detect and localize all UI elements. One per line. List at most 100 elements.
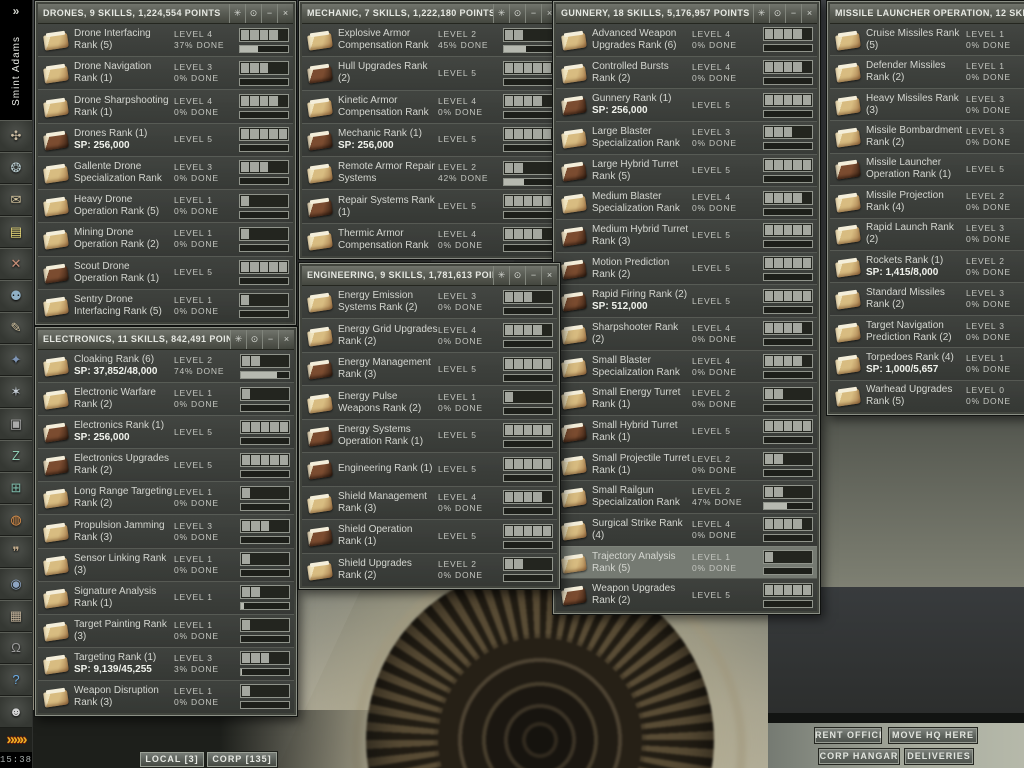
deliveries-button[interactable]: DELIVERIES (904, 748, 974, 765)
window-titlebar[interactable]: GUNNERY, 18 SKILLS, 5,176,957 POINTS ✳ ⊙… (556, 4, 817, 24)
skill-row[interactable]: Motion Prediction Rank (2) LEVEL 5 (556, 251, 817, 285)
close-icon[interactable]: × (541, 266, 557, 285)
minimize-icon[interactable]: − (261, 4, 277, 23)
chat-tab-local[interactable]: LOCAL [3] (139, 751, 205, 768)
opacity-icon[interactable]: ⊙ (509, 4, 525, 23)
skill-row[interactable]: Missile Bombardment Rank (2) LEVEL 3 0% DO… (830, 120, 1024, 153)
skill-row[interactable]: Sharpshooter Rank (2) LEVEL 4 0% DONE (556, 317, 817, 350)
audio-icon[interactable]: Ω (0, 631, 32, 664)
skill-row[interactable]: Signature Analysis Rank (1) LEVEL 1 (38, 580, 294, 614)
window-titlebar[interactable]: MECHANIC, 7 SKILLS, 1,222,180 POINTS ✳ ⊙… (302, 4, 557, 24)
rent-office-button[interactable]: RENT OFFICE (814, 727, 882, 744)
skill-row[interactable]: Standard Missiles Rank (2) LEVEL 3 0% DONE (830, 282, 1024, 315)
trade-globe-icon[interactable]: ◉ (0, 567, 32, 600)
documents-icon[interactable]: ✕ (0, 247, 32, 280)
skill-row[interactable]: Missile Launcher Operation Rank (1) LEVEL… (830, 152, 1024, 186)
skill-row[interactable]: Explosive Armor Compensation Rank LEVEL 2… (302, 24, 557, 57)
skill-row[interactable]: Weapon Disruption Rank (3) LEVEL 1 0% DONE (38, 679, 294, 713)
wallet-icon[interactable]: Z (0, 439, 32, 472)
skill-row[interactable]: Controlled Bursts Rank (2) LEVEL 4 0% DONE (556, 55, 817, 89)
pin-icon[interactable]: ✳ (230, 330, 246, 349)
mail-icon[interactable]: ✉ (0, 183, 32, 216)
skill-row[interactable]: Sentry Drone Interfacing Rank (5) LEVEL 1… (38, 288, 293, 322)
minimize-icon[interactable]: − (525, 266, 541, 285)
skill-row[interactable]: Small Blaster Specialization Rank LEVEL 4… (556, 349, 817, 383)
blink-chevrons-icon[interactable]: »»» (0, 727, 32, 752)
skill-row[interactable]: Mining Drone Operation Rank (2) LEVEL 1 0%… (38, 222, 293, 256)
window-titlebar[interactable]: MISSILE LAUNCHER OPERATION, 12 SKILLS ✳ (830, 4, 1024, 24)
skill-row[interactable]: Surgical Strike Rank (4) LEVEL 4 0% DONE (556, 513, 817, 546)
skill-row[interactable]: Torpedoes Rank (4) SP: 1,000/5,657 LEVEL 1… (830, 347, 1024, 380)
move-hq-here-button[interactable]: MOVE HQ HERE (888, 727, 978, 744)
skill-row[interactable]: Drones Rank (1) SP: 256,000 LEVEL 5 (38, 122, 293, 156)
opacity-icon[interactable]: ⊙ (769, 4, 785, 23)
opacity-icon[interactable]: ⊙ (509, 266, 525, 285)
skill-row[interactable]: Thermic Armor Compensation Rank LEVEL 4 0%… (302, 222, 557, 256)
character-name-block[interactable]: Smint Adams (0, 22, 32, 120)
skill-row[interactable]: Warhead Upgrades Rank (5) LEVEL 0 0% DONE (830, 379, 1024, 412)
skill-row[interactable]: Missile Projection Rank (4) LEVEL 2 0% DON… (830, 185, 1024, 218)
skill-row[interactable]: Large Blaster Specialization Rank LEVEL 3… (556, 121, 817, 154)
skill-row[interactable]: Defender Missiles Rank (2) LEVEL 1 0% DONE (830, 55, 1024, 88)
skill-row[interactable]: Drone Sharpshooting Rank (1) LEVEL 4 0% DO… (38, 89, 293, 123)
close-icon[interactable]: × (277, 4, 293, 23)
portrait-icon[interactable]: ☻ (0, 695, 32, 728)
skill-row[interactable]: Target Navigation Prediction Rank (2) LEV… (830, 314, 1024, 348)
skill-row[interactable]: Shield Operation Rank (1) LEVEL 5 (302, 519, 557, 553)
opacity-icon[interactable]: ⊙ (245, 4, 261, 23)
skill-row[interactable]: Engineering Rank (1) LEVEL 5 (302, 452, 557, 486)
skill-row[interactable]: Small Railgun Specialization Rank LEVEL 2… (556, 480, 817, 514)
skills-icon[interactable]: ❂ (0, 151, 32, 184)
chat-icon[interactable]: ❞ (0, 535, 32, 568)
close-icon[interactable]: × (278, 330, 294, 349)
skill-row[interactable]: Energy Pulse Weapons Rank (2) LEVEL 1 0% D… (302, 385, 557, 419)
skill-row[interactable]: Electronic Warfare Rank (2) LEVEL 1 0% DON… (38, 382, 294, 416)
minimize-icon[interactable]: − (785, 4, 801, 23)
skill-row[interactable]: Medium Hybrid Turret Rank (3) LEVEL 5 (556, 219, 817, 252)
info-icon[interactable]: ? (0, 663, 32, 696)
skill-row[interactable]: Drone Navigation Rank (1) LEVEL 3 0% DONE (38, 56, 293, 90)
corp-hangar-button[interactable]: CORP HANGAR (818, 748, 900, 765)
skill-row[interactable]: Medium Blaster Specialization Rank LEVEL … (556, 186, 817, 220)
skill-row[interactable]: Heavy Drone Operation Rank (5) LEVEL 1 0% … (38, 189, 293, 223)
minimize-icon[interactable]: − (262, 330, 278, 349)
minimize-icon[interactable]: − (525, 4, 541, 23)
skill-row[interactable]: Shield Management Rank (3) LEVEL 4 0% DONE (302, 485, 557, 520)
skill-row[interactable]: Weapon Upgrades Rank (2) LEVEL 5 (556, 578, 817, 611)
market-calculator-icon[interactable]: ⊞ (0, 471, 32, 504)
skill-row[interactable]: Gallente Drone Specialization Rank LEVEL … (38, 155, 293, 190)
pin-icon[interactable]: ✳ (493, 266, 509, 285)
skill-row[interactable]: Cloaking Rank (6) SP: 37,852/48,000 LEVEL … (38, 350, 294, 383)
skill-row[interactable]: Electronics Rank (1) SP: 256,000 LEVEL 5 (38, 415, 294, 449)
constellation-icon[interactable]: ✶ (0, 375, 32, 408)
skill-row[interactable]: Long Range Targeting Rank (2) LEVEL 1 0% D… (38, 481, 294, 515)
skill-row[interactable]: Remote Armor Repair Systems LEVEL 2 42% DO… (302, 156, 557, 190)
assets-safe-icon[interactable]: ▣ (0, 407, 32, 440)
notepad-icon[interactable]: ▤ (0, 215, 32, 248)
window-titlebar[interactable]: DRONES, 9 SKILLS, 1,224,554 POINTS ✳ ⊙ −… (38, 4, 293, 24)
skill-row[interactable]: Propulsion Jamming Rank (3) LEVEL 3 0% DON… (38, 514, 294, 548)
pin-icon[interactable]: ✳ (229, 4, 245, 23)
skill-row[interactable]: Advanced Weapon Upgrades Rank (6) LEVEL 4… (556, 24, 817, 56)
skill-row[interactable]: Trajectory Analysis Rank (5) LEVEL 1 0% DO… (556, 545, 817, 579)
skill-row[interactable]: Small Projectile Turret Rank (1) LEVEL 20… (556, 447, 817, 481)
skill-row[interactable]: Gunnery Rank (1) SP: 256,000 LEVEL 5 (556, 88, 817, 122)
journal-icon[interactable]: ✎ (0, 311, 32, 344)
skill-row[interactable]: Rockets Rank (1) SP: 1,415/8,000 LEVEL 2 0%… (830, 249, 1024, 283)
expand-sidebar-icon[interactable]: » (0, 0, 32, 22)
skill-row[interactable]: Sensor Linking Rank (3) LEVEL 1 0% DONE (38, 547, 294, 581)
skill-row[interactable]: Mechanic Rank (1) SP: 256,000 LEVEL 5 (302, 122, 557, 157)
chat-tab-corp[interactable]: CORP [135] (206, 751, 278, 768)
character-sheet-icon[interactable]: ✣ (0, 119, 32, 152)
skill-row[interactable]: Rapid Firing Rank (2) SP: 512,000 LEVEL 5 (556, 284, 817, 318)
skill-row[interactable]: Shield Upgrades Rank (2) LEVEL 2 0% DONE (302, 552, 557, 586)
channels-icon[interactable]: ⚉ (0, 279, 32, 312)
help-lifering-icon[interactable]: ◍ (0, 503, 32, 536)
window-titlebar[interactable]: ELECTRONICS, 11 SKILLS, 842,491 POINTS ✳… (38, 330, 294, 350)
skill-row[interactable]: Repair Systems Rank (1) LEVEL 5 (302, 189, 557, 223)
skill-row[interactable]: Large Hybrid Turret Rank (5) LEVEL 5 (556, 153, 817, 187)
log-icon[interactable]: ▦ (0, 599, 32, 632)
skill-row[interactable]: Energy Grid Upgrades Rank (2) LEVEL 4 0% D… (302, 318, 557, 352)
pin-icon[interactable]: ✳ (753, 4, 769, 23)
skill-row[interactable]: Cruise Missiles Rank (5) LEVEL 1 0% DONE (830, 24, 1024, 56)
